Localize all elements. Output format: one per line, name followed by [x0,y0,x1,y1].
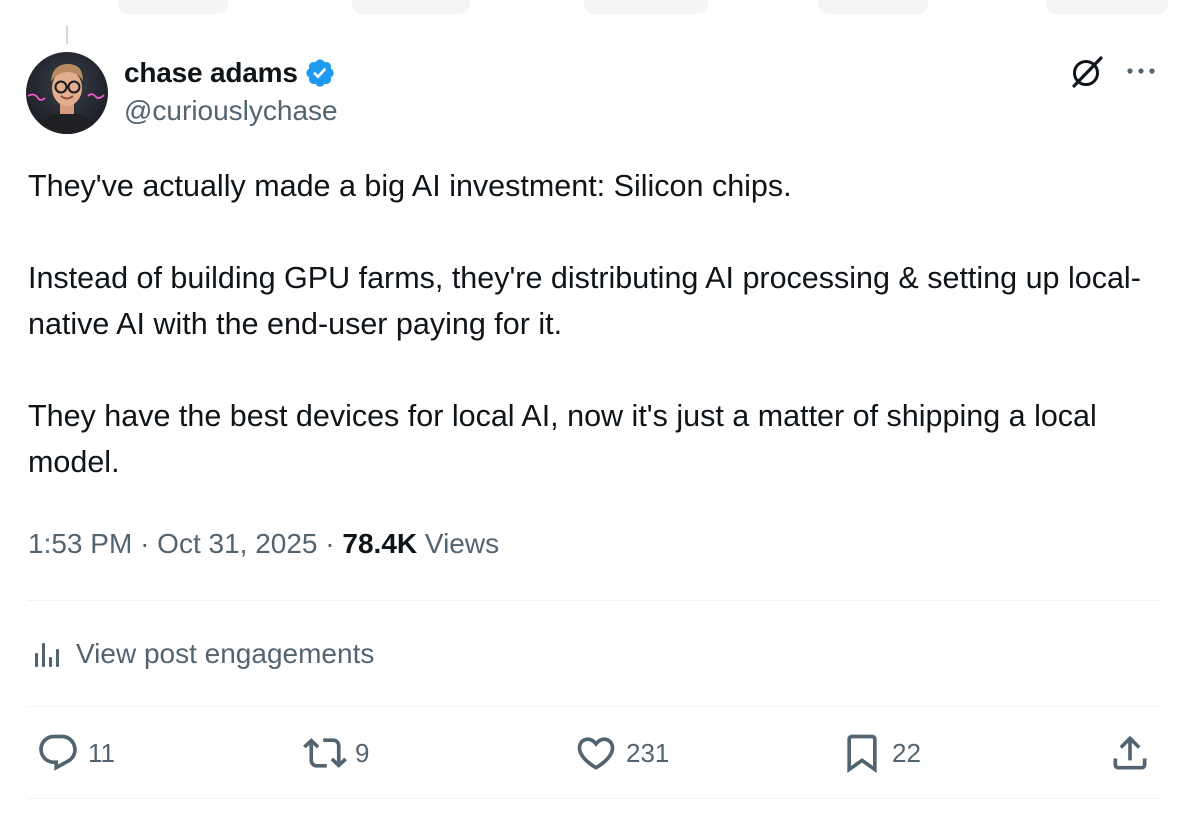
reply-button[interactable]: 11 [36,730,115,776]
tweet-text: They've actually made a big AI investmen… [28,163,1163,485]
tweet-time[interactable]: 1:53 PM [28,528,132,559]
bookmark-button[interactable]: 22 [840,730,921,776]
views-label: Views [424,528,500,559]
share-button[interactable] [1108,730,1152,776]
author-name[interactable]: chase adams [124,57,298,89]
reply-count: 11 [88,737,115,768]
avatar[interactable] [26,52,108,134]
share-icon [1113,735,1147,770]
faded-element [352,0,470,14]
bookmark-icon [847,734,877,774]
tweet-paragraph: They have the best devices for local AI,… [28,399,1097,479]
meta-separator: · [140,528,150,559]
faded-element [118,0,228,14]
repost-button[interactable]: 9 [303,730,369,776]
tweet-date[interactable]: Oct 31, 2025 [157,528,317,559]
tweet-paragraph: They've actually made a big AI investmen… [28,169,792,203]
like-count: 231 [626,737,670,768]
bar-chart-icon [30,637,64,671]
previous-row-fade [0,0,1182,44]
more-icon[interactable] [1124,56,1158,86]
author-handle[interactable]: @curiouslychase [124,95,338,127]
tweet-meta: 1:53 PM · Oct 31, 2025 · 78.4K Views [28,528,499,560]
like-button[interactable]: 231 [574,730,669,776]
tweet-paragraph: Instead of building GPU farms, they're d… [28,261,1141,341]
divider [28,798,1160,799]
view-post-engagements-link[interactable]: View post engagements [28,632,374,676]
faded-element [818,0,928,14]
faded-element [584,0,708,14]
repost-count: 9 [355,737,370,768]
grok-icon[interactable] [1068,53,1106,91]
verified-badge-icon[interactable] [304,57,336,89]
heart-icon [577,737,615,770]
views-count: 78.4K [342,528,418,559]
reply-icon [39,734,77,771]
view-post-engagements-label: View post engagements [76,638,375,669]
divider [28,600,1160,601]
bookmark-count: 22 [892,737,921,768]
meta-separator: · [325,528,335,559]
divider [28,706,1160,707]
repost-icon [303,738,347,768]
thread-connector-line [66,26,68,44]
faded-element [1046,0,1168,14]
author-name-row[interactable]: chase adams [124,55,336,91]
